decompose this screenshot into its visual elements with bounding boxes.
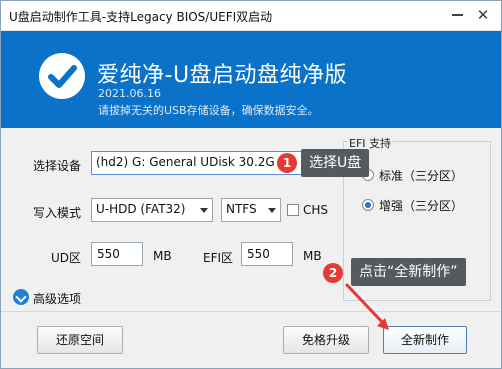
chs-checkbox[interactable]: [287, 204, 299, 216]
app-name: 爱纯净-U盘启动盘纯净版: [97, 63, 348, 88]
efi-standard-label: 标准（三分区）: [379, 169, 464, 183]
filesystem-select[interactable]: NTFS: [221, 198, 281, 222]
filesystem-value: NTFS: [226, 202, 257, 216]
efi-size-input[interactable]: 550: [241, 242, 293, 266]
close-icon[interactable]: ✕: [471, 4, 495, 26]
usb-warning-text: 请拔掉无关的USB存储设备，确保数据安全。: [98, 104, 319, 117]
efi-enhanced-label: 增强（三分区）: [379, 199, 464, 213]
format-free-upgrade-button[interactable]: 免格升级: [283, 326, 369, 354]
efi-unit: MB: [303, 249, 322, 263]
chevron-down-icon: [264, 199, 280, 221]
chevron-down-circle-icon: [13, 289, 29, 305]
advanced-options-label: 高级选项: [33, 292, 82, 306]
checkmark-circle-icon: [39, 53, 85, 99]
efi-enhanced-radio[interactable]: [362, 199, 374, 211]
ud-size-input[interactable]: 550: [91, 242, 143, 266]
write-mode-select[interactable]: U-HDD (FAT32): [91, 198, 213, 222]
app-window: U盘启动制作工具-支持Legacy BIOS/UEFI双启动 ✕ 爱纯净-U盘启…: [0, 0, 502, 369]
step-2-callout: 点击“全新制作”: [351, 258, 466, 286]
restore-space-button[interactable]: 还原空间: [37, 326, 123, 354]
ud-label: UD区: [51, 251, 82, 265]
step-2-badge: 2: [323, 263, 343, 283]
efi-label: EFI区: [203, 251, 234, 265]
step-1-callout: 选择U盘: [301, 149, 370, 177]
ud-unit: MB: [153, 249, 172, 263]
create-new-button[interactable]: 全新制作: [383, 326, 467, 354]
window-title: U盘启动制作工具-支持Legacy BIOS/UEFI双启动: [9, 10, 273, 24]
device-select-value: (hd2) G: General UDisk 30.2G: [96, 155, 275, 169]
write-mode-value: U-HDD (FAT32): [96, 202, 186, 216]
device-label: 选择设备: [33, 159, 82, 173]
header-banner: 爱纯净-U盘启动盘纯净版 2021.06.16 请拔掉无关的USB存储设备，确保…: [1, 31, 501, 128]
chevron-down-icon: [196, 199, 212, 221]
title-bar: U盘启动制作工具-支持Legacy BIOS/UEFI双启动 ✕: [1, 1, 501, 31]
chs-label: CHS: [303, 203, 329, 217]
step-1-badge: 1: [277, 153, 297, 173]
write-mode-label: 写入模式: [33, 206, 82, 220]
version-date: 2021.06.16: [98, 87, 161, 100]
minimize-icon[interactable]: [445, 4, 469, 26]
